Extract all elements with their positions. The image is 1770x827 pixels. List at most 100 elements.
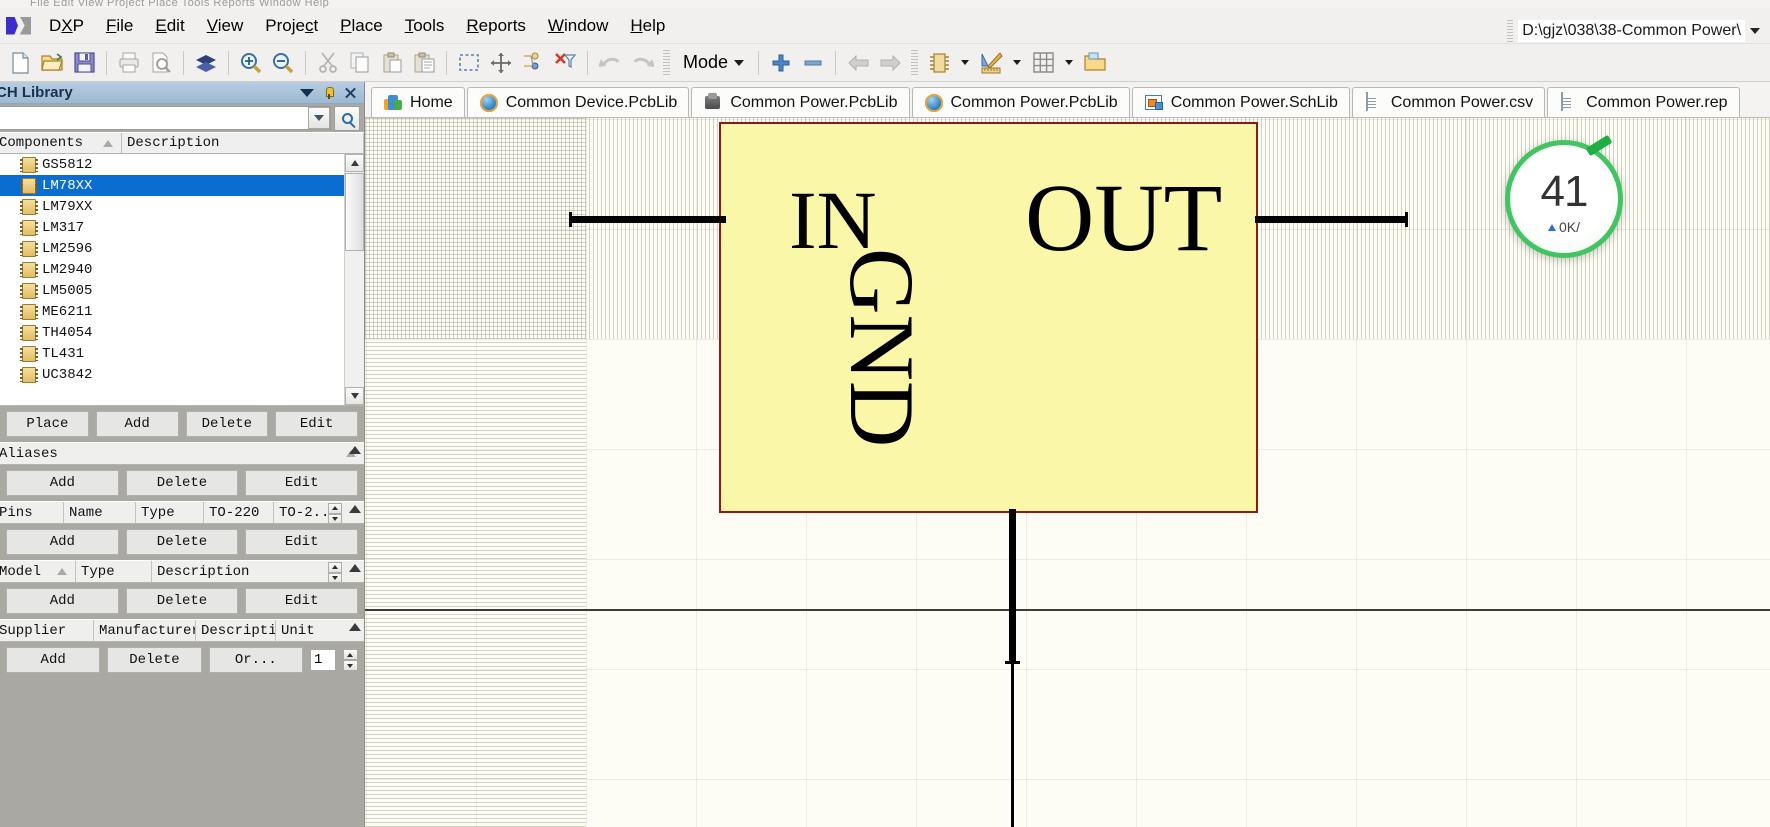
menu-item-edit[interactable]: Edit	[144, 13, 195, 39]
list-item[interactable]: UC3842	[0, 364, 364, 385]
place-button[interactable]: Place	[6, 411, 89, 437]
column-supplier[interactable]: Supplier	[0, 620, 94, 641]
add-supplier-button[interactable]: Add	[6, 647, 101, 673]
column-components[interactable]: Components	[0, 133, 122, 153]
cut-icon[interactable]	[313, 48, 343, 78]
new-document-icon[interactable]	[5, 48, 35, 78]
add-model-button[interactable]: Add	[6, 588, 119, 614]
redo-icon[interactable]	[627, 48, 657, 78]
search-button[interactable]	[334, 105, 360, 131]
forward-icon[interactable]	[875, 48, 905, 78]
browse-icon[interactable]	[1080, 48, 1110, 78]
ground-net-line[interactable]	[1011, 664, 1014, 827]
output-pin-terminal[interactable]	[1405, 212, 1408, 227]
model-spinner[interactable]	[328, 562, 342, 583]
list-item[interactable]: TH4054	[0, 322, 364, 343]
menu-item-dxp[interactable]: DXP	[38, 13, 95, 39]
quantity-value[interactable]: 1	[309, 649, 336, 671]
print-icon[interactable]	[114, 48, 144, 78]
component-icon[interactable]	[924, 48, 954, 78]
toolbar-grip-component[interactable]	[911, 49, 919, 76]
menu-item-help[interactable]: Help	[619, 13, 676, 39]
column-manufacturer[interactable]: Manufacturer	[94, 620, 196, 641]
pins-section-header[interactable]: Pins Name Type TO-220 TO-2...	[0, 501, 364, 524]
save-icon[interactable]	[69, 48, 99, 78]
component-dropdown-icon[interactable]	[956, 48, 974, 78]
menu-item-view[interactable]: View	[196, 13, 255, 39]
project-path-box[interactable]: D:\gjz\038\38-Common Power\	[1507, 20, 1760, 42]
collapse-icon[interactable]	[349, 446, 361, 454]
list-item[interactable]: LM5005	[0, 280, 364, 301]
open-folder-icon[interactable]	[37, 48, 67, 78]
select-area-icon[interactable]	[454, 48, 484, 78]
components-scrollbar[interactable]	[344, 154, 364, 405]
ground-pin-wire[interactable]	[1009, 509, 1016, 663]
tab-common-power-schlib[interactable]: Common Power.SchLib	[1131, 87, 1350, 117]
delete-alias-button[interactable]: Delete	[125, 470, 239, 496]
menu-item-window[interactable]: Window	[537, 13, 619, 39]
grid-dropdown-icon[interactable]	[1060, 48, 1078, 78]
copy-icon[interactable]	[345, 48, 375, 78]
undo-icon[interactable]	[595, 48, 625, 78]
edit-component-button[interactable]: Edit	[275, 411, 358, 437]
close-icon[interactable]	[342, 85, 358, 101]
aliases-section-header[interactable]: Aliases	[0, 442, 364, 465]
network-speed-widget[interactable]: 41 0K/	[1505, 134, 1623, 258]
tab-home[interactable]: Home	[371, 87, 465, 117]
horizontal-wire[interactable]	[365, 609, 1770, 611]
order-button[interactable]: Or...	[208, 647, 303, 673]
paste-special-icon[interactable]	[409, 48, 439, 78]
edit-pin-button[interactable]: Edit	[245, 529, 359, 555]
list-item[interactable]: ME6211	[0, 301, 364, 322]
input-pin-wire[interactable]	[571, 216, 726, 223]
scrollbar-track[interactable]	[345, 252, 364, 387]
add-component-button[interactable]: Add	[95, 411, 179, 437]
input-pin-terminal[interactable]	[569, 212, 572, 227]
list-item[interactable]: TL431	[0, 343, 364, 364]
supplier-section-header[interactable]: Supplier Manufacturer Descripti Unit	[0, 619, 364, 642]
layers-icon[interactable]	[191, 48, 221, 78]
pins-spinner[interactable]	[328, 503, 342, 524]
components-list[interactable]: GS5812 LM78XX LM79XX LM317 LM2596 LM2940…	[0, 154, 364, 406]
tab-common-power-pcblib-2[interactable]: Common Power.PcbLib	[911, 87, 1130, 117]
tab-common-device-pcblib[interactable]: Common Device.PcbLib	[466, 87, 690, 117]
output-pin-wire[interactable]	[1255, 216, 1407, 223]
smart-paste-icon[interactable]	[518, 48, 548, 78]
mode-dropdown[interactable]: Mode	[677, 50, 750, 75]
chevron-down-icon[interactable]	[300, 88, 314, 97]
column-supplier-description[interactable]: Descripti	[196, 620, 276, 641]
scroll-up-button[interactable]	[345, 154, 364, 172]
collapse-icon[interactable]	[349, 564, 361, 572]
toolbar-grip[interactable]	[1507, 20, 1514, 42]
collapse-icon[interactable]	[349, 505, 361, 513]
column-pins[interactable]: Pins	[0, 502, 64, 523]
collapse-icon[interactable]	[349, 623, 361, 631]
list-item[interactable]: LM2596	[0, 238, 364, 259]
quantity-stepper[interactable]	[342, 649, 358, 671]
column-pin-type[interactable]: Type	[136, 502, 204, 523]
list-item-selected[interactable]: LM78XX	[0, 175, 364, 196]
grid-icon[interactable]	[1028, 48, 1058, 78]
print-preview-icon[interactable]	[146, 48, 176, 78]
list-item[interactable]: GS5812	[0, 154, 364, 175]
column-pin-name[interactable]: Name	[64, 502, 136, 523]
zoom-in-icon[interactable]	[236, 48, 266, 78]
toolbar-grip-mode[interactable]	[663, 49, 670, 76]
component-filter-input[interactable]	[0, 108, 308, 128]
list-item[interactable]: LM79XX	[0, 196, 364, 217]
menu-item-tools[interactable]: Tools	[394, 13, 456, 39]
panel-title-bar[interactable]: CH Library	[0, 82, 364, 104]
project-path-text[interactable]: D:\gjz\038\38-Common Power\	[1518, 20, 1745, 42]
draw-tools-icon[interactable]	[976, 48, 1006, 78]
delete-supplier-button[interactable]: Delete	[107, 647, 202, 673]
column-to220[interactable]: TO-220	[204, 502, 274, 523]
pin-icon[interactable]	[322, 86, 336, 100]
delete-pin-button[interactable]: Delete	[125, 529, 239, 555]
column-model[interactable]: Model	[0, 561, 76, 582]
list-item[interactable]: LM2940	[0, 259, 364, 280]
scroll-down-button[interactable]	[345, 387, 364, 405]
zoom-out-icon[interactable]	[268, 48, 298, 78]
schematic-canvas[interactable]: IN OUT GND 41 0K/	[365, 118, 1770, 827]
model-section-header[interactable]: Model Type Description	[0, 560, 364, 583]
menu-item-file[interactable]: File	[95, 13, 144, 39]
